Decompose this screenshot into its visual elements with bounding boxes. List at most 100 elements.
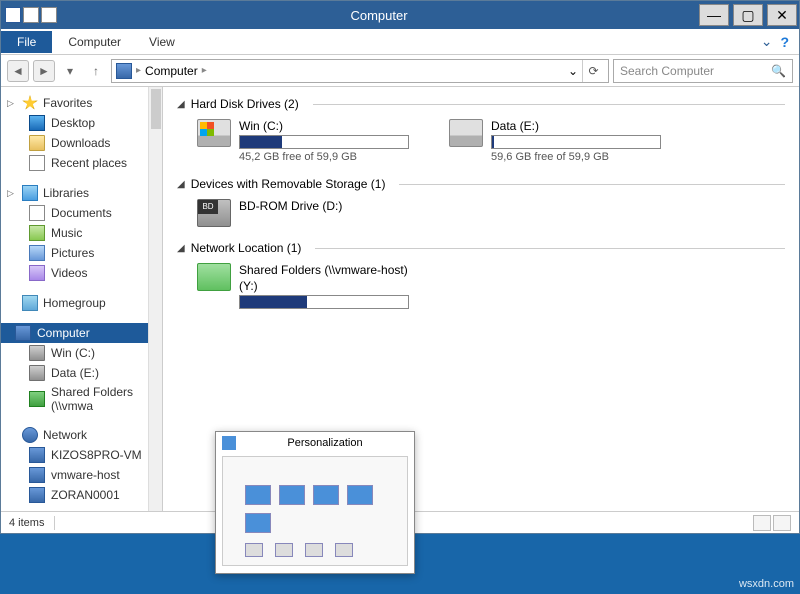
drive-name: Shared Folders (\\vmware-host) xyxy=(239,263,409,277)
network-icon xyxy=(22,427,38,443)
navigation-pane: ▷ Favorites Desktop Downloads Recent place… xyxy=(1,87,163,511)
thumbnail-content xyxy=(222,456,408,566)
sidebar-computer-item-0[interactable]: Win (C:) xyxy=(1,343,162,363)
drive-free-text: 59,6 GB free of 59,9 GB xyxy=(491,151,661,163)
item-label: KIZOS8PRO-VM xyxy=(51,448,142,462)
watermark: wsxdn.com xyxy=(739,578,794,590)
sidebar-group-libraries[interactable]: ▷ Libraries xyxy=(1,183,162,203)
history-dropdown[interactable]: ▾ xyxy=(59,60,81,82)
network-drive-icon xyxy=(197,263,231,291)
window-controls: — ▢ ✕ xyxy=(697,2,799,28)
navigation-bar: ◄ ► ▾ ↑ ▸ Computer ▸ ⌄ ⟳ Search Computer… xyxy=(1,55,799,87)
address-bar[interactable]: ▸ Computer ▸ ⌄ ⟳ xyxy=(111,59,609,83)
breadcrumb-sep: ▸ xyxy=(136,65,141,76)
item-label: Pictures xyxy=(51,246,94,260)
sidebar-group-homegroup[interactable]: Homegroup xyxy=(1,293,162,313)
sidebar-network-item-1[interactable]: vmware-host xyxy=(1,465,162,485)
sidebar-favorites-item-0[interactable]: Desktop xyxy=(1,113,162,133)
sidebar-libraries-item-1[interactable]: Music xyxy=(1,223,162,243)
libraries-icon xyxy=(22,185,38,201)
help-icon[interactable]: ? xyxy=(780,34,789,50)
close-button[interactable]: ✕ xyxy=(767,4,797,26)
drive-usage-bar xyxy=(239,295,409,309)
refresh-button[interactable]: ⟳ xyxy=(582,60,604,82)
item-label: ZORAN0001 xyxy=(51,488,120,502)
view-tiles-button[interactable] xyxy=(773,515,791,531)
computer-icon xyxy=(15,325,31,341)
sidebar-network-item-2[interactable]: ZORAN0001 xyxy=(1,485,162,505)
quick-access-toolbar xyxy=(1,5,61,25)
sidebar-libraries-item-0[interactable]: Documents xyxy=(1,203,162,223)
item-label: vmware-host xyxy=(51,468,120,482)
up-button[interactable]: ↑ xyxy=(85,60,107,82)
view-details-button[interactable] xyxy=(753,515,771,531)
app-icon xyxy=(5,7,21,23)
forward-button[interactable]: ► xyxy=(33,60,55,82)
section-header-removable[interactable]: ◢ Devices with Removable Storage (1) xyxy=(177,177,785,191)
star-icon xyxy=(22,95,38,111)
minimize-button[interactable]: — xyxy=(699,4,729,26)
breadcrumb-location[interactable]: Computer xyxy=(145,64,198,78)
item-label: Recent places xyxy=(51,156,127,170)
sidebar-computer-item-2[interactable]: Shared Folders (\\vmwa xyxy=(1,383,162,415)
item-label: Music xyxy=(51,226,82,240)
item-label: Desktop xyxy=(51,116,95,130)
section-header-hdd[interactable]: ◢ Hard Disk Drives (2) xyxy=(177,97,785,111)
tab-view[interactable]: View xyxy=(135,31,189,53)
drive-removable-0[interactable]: BD-ROM Drive (D:) xyxy=(197,199,342,227)
item-label: Shared Folders (\\vmwa xyxy=(51,385,156,413)
drive-usage-bar xyxy=(491,135,661,149)
ribbon-tabs: File Computer View ⌄ ? xyxy=(1,29,799,55)
window-title: Computer xyxy=(61,8,697,23)
section-header-netloc[interactable]: ◢ Network Location (1) xyxy=(177,241,785,255)
sidebar-group-network[interactable]: Network xyxy=(1,425,162,445)
search-icon[interactable]: 🔍 xyxy=(771,64,786,78)
back-button[interactable]: ◄ xyxy=(7,60,29,82)
qat-icon-2[interactable] xyxy=(41,7,57,23)
tab-computer[interactable]: Computer xyxy=(54,31,135,53)
collapse-icon[interactable]: ◢ xyxy=(177,99,185,110)
sidebar-favorites-item-2[interactable]: Recent places xyxy=(1,153,162,173)
collapse-icon[interactable]: ◢ xyxy=(177,179,185,190)
item-icon xyxy=(29,265,45,281)
sidebar-group-computer[interactable]: Computer xyxy=(1,323,162,343)
sidebar-libraries-item-3[interactable]: Videos xyxy=(1,263,162,283)
item-icon xyxy=(29,155,45,171)
expand-ribbon-icon[interactable]: ⌄ xyxy=(761,33,773,50)
sidebar-group-favorites[interactable]: ▷ Favorites xyxy=(1,93,162,113)
title-bar[interactable]: Computer — ▢ ✕ xyxy=(1,1,799,29)
sidebar-favorites-item-1[interactable]: Downloads xyxy=(1,133,162,153)
item-icon xyxy=(29,245,45,261)
homegroup-label: Homegroup xyxy=(43,296,106,310)
drive-hdd-0[interactable]: Win (C:)45,2 GB free of 59,9 GB xyxy=(197,119,409,163)
collapse-icon[interactable]: ◢ xyxy=(177,243,185,254)
item-icon xyxy=(29,467,45,483)
item-label: Win (C:) xyxy=(51,346,95,360)
item-icon xyxy=(29,225,45,241)
search-placeholder: Search Computer xyxy=(620,64,714,78)
item-icon xyxy=(29,115,45,131)
item-icon xyxy=(29,135,45,151)
drive-hdd-1[interactable]: Data (E:)59,6 GB free of 59,9 GB xyxy=(449,119,661,163)
taskbar-thumbnail-preview[interactable]: Personalization xyxy=(215,431,415,574)
qat-icon-1[interactable] xyxy=(23,7,39,23)
item-label: Videos xyxy=(51,266,87,280)
item-label: Downloads xyxy=(51,136,110,150)
personalization-icon xyxy=(222,436,236,450)
drive-usage-bar xyxy=(239,135,409,149)
search-box[interactable]: Search Computer 🔍 xyxy=(613,59,793,83)
drive-icon xyxy=(197,119,231,147)
item-count: 4 items xyxy=(9,517,44,529)
sidebar-computer-item-1[interactable]: Data (E:) xyxy=(1,363,162,383)
drive-network-0[interactable]: Shared Folders (\\vmware-host)(Y:) xyxy=(197,263,409,309)
address-dropdown-icon[interactable]: ⌄ xyxy=(568,64,578,78)
maximize-button[interactable]: ▢ xyxy=(733,4,763,26)
sidebar-network-item-0[interactable]: KIZOS8PRO-VM xyxy=(1,445,162,465)
drive-name: BD-ROM Drive (D:) xyxy=(239,199,342,213)
drive-free-text: 45,2 GB free of 59,9 GB xyxy=(239,151,409,163)
netloc-title: Network Location (1) xyxy=(191,241,302,255)
sidebar-scrollbar[interactable] xyxy=(148,87,162,511)
sidebar-libraries-item-2[interactable]: Pictures xyxy=(1,243,162,263)
tab-file[interactable]: File xyxy=(1,31,52,53)
computer-label: Computer xyxy=(37,326,90,340)
